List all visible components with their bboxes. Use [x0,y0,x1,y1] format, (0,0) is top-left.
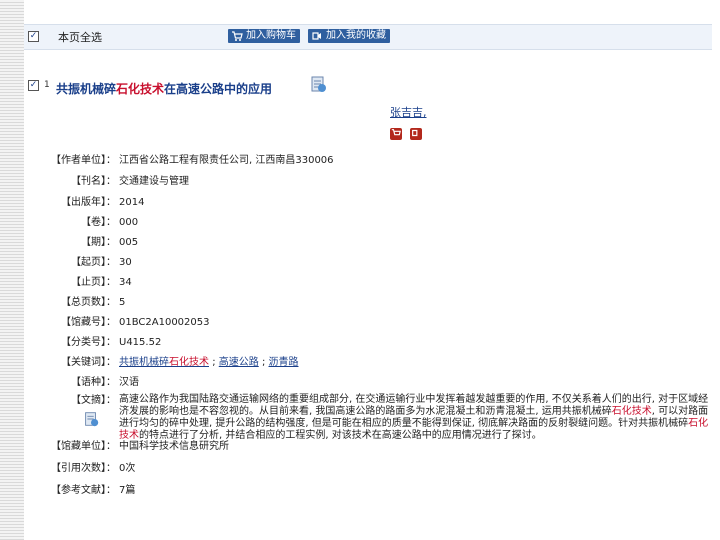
keywords-value: 共振机械碎石化技术 ; 高速公路 ; 沥青路 [119,357,299,368]
field-label: 【刊名】： [71,176,116,187]
field-value: 交通建设与管理 [119,176,189,187]
field-value: 30 [119,257,132,268]
keywords-label: 【关键词】： [61,357,116,368]
result-checkbox[interactable]: ✓ [28,80,39,91]
cited-value: 0次 [119,463,136,474]
field-label: 【馆藏号】： [61,317,116,328]
fulltext-icon[interactable] [308,74,328,94]
language-label: 【语种】： [71,377,116,388]
field-label: 【总页数】： [61,297,116,308]
keyword-link-2[interactable]: 高速公路 [219,357,259,368]
keyword-link-3[interactable]: 沥青路 [269,357,299,368]
language-value: 汉语 [119,377,139,388]
title-part-2: 在高速公路中的应用 [164,82,273,96]
field-value: 005 [119,237,139,248]
holding-value: 中国科学技术信息研究所 [119,441,229,452]
add-to-favorites-label: 加入我的收藏 [326,30,386,41]
add-to-favorites-button[interactable]: 加入我的收藏 [308,29,390,43]
cart-mini-button[interactable] [390,128,402,140]
abstract-text: 高速公路作为我国陆路交通运输网络的重要组成部分, 在交通运输行业中发挥着越发越重… [119,394,709,441]
result-title[interactable]: 共振机械碎石化技术在高速公路中的应用 [56,80,272,97]
cart-icon [232,31,243,41]
field-value: 000 [119,217,139,228]
field-value: 5 [119,297,126,308]
field-label: 【期】： [81,237,116,248]
field-label: 【作者单位】： [51,155,116,166]
left-margin-stripe [0,0,24,540]
favorites-icon [312,32,321,40]
select-all-label: 本页全选 [58,31,102,44]
author-link[interactable]: 张吉吉, [390,104,427,120]
add-to-cart-button[interactable]: 加入购物车 [228,29,300,43]
field-value: 01BC2A10002053 [119,317,210,328]
keyword-link-1[interactable]: 共振机械碎石化技术 [119,357,209,368]
favorite-mini-icon [412,129,418,137]
field-label: 【分类号】： [61,337,116,348]
field-value: 江西省公路工程有限责任公司, 江西南昌330006 [119,155,334,166]
field-value: 2014 [119,197,145,208]
holding-label: 【馆藏单位】： [51,441,116,452]
field-label: 【止页】： [71,277,116,288]
field-value: U415.52 [119,337,162,348]
content-area: ✓ 本页全选 加入购物车 加入我的收藏 ✓ 1 共振机械碎石化技术在高速公路中的… [24,0,720,540]
refs-label: 【参考文献】： [51,485,116,496]
field-value: 34 [119,277,132,288]
add-to-cart-label: 加入购物车 [246,30,296,41]
field-label: 【起页】： [71,257,116,268]
select-all-checkbox[interactable]: ✓ [28,31,39,42]
refs-value: 7篇 [119,485,136,496]
abstract-label: 【文摘】： [71,395,116,406]
abstract-fulltext-icon[interactable] [82,410,100,428]
field-label: 【卷】： [81,217,116,228]
results-toolbar: ✓ 本页全选 加入购物车 加入我的收藏 [24,24,712,50]
title-highlight: 石化技术 [116,82,165,96]
field-label: 【出版年】： [61,197,116,208]
favorite-mini-button[interactable] [410,128,422,140]
cart-mini-icon [391,129,401,136]
cited-label: 【引用次数】： [51,463,116,474]
result-index: 1 [44,80,50,90]
title-part-1: 共振机械碎 [56,82,117,96]
